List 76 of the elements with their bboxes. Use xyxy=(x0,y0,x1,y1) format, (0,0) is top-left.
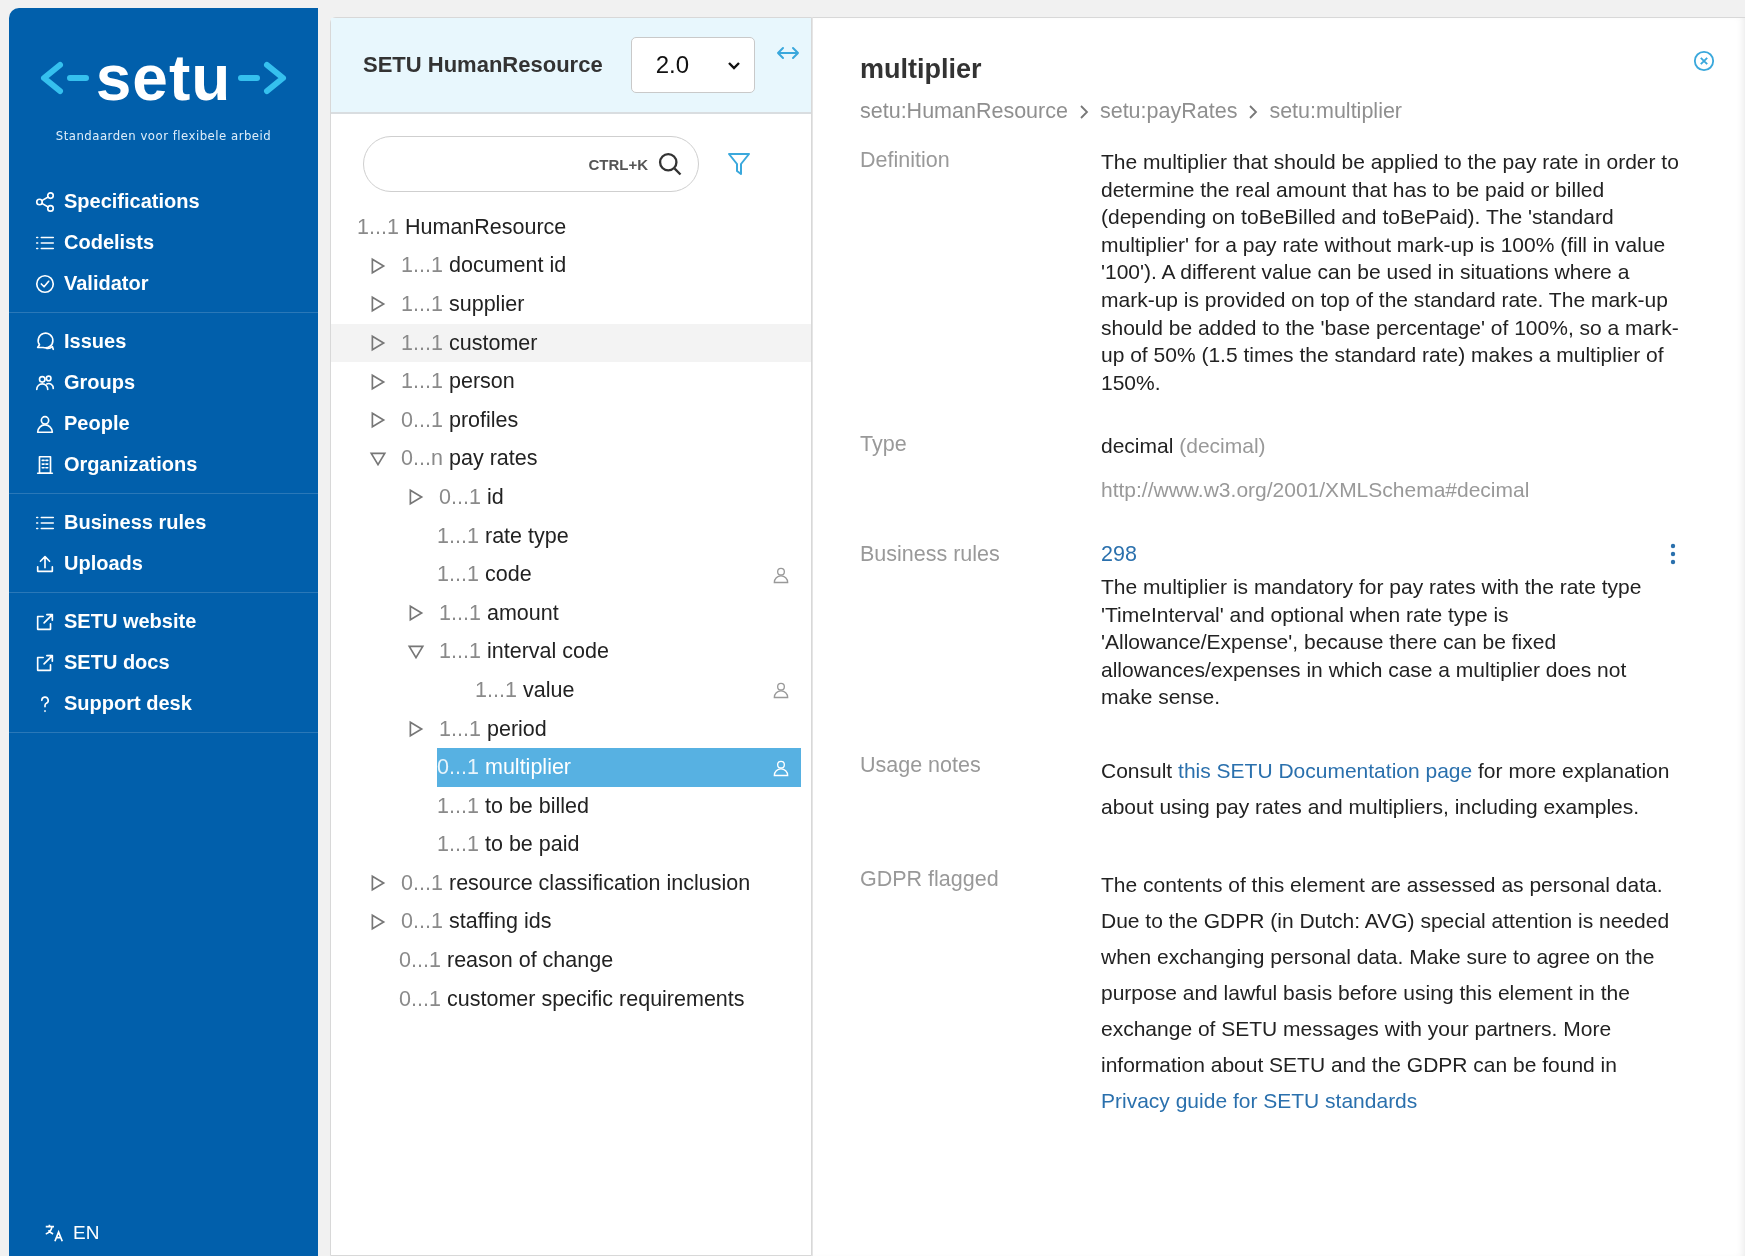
field-label: Type xyxy=(860,432,908,459)
chevron-icon xyxy=(1247,103,1260,120)
tree-item[interactable]: 0...1 id xyxy=(439,478,801,517)
tree-item[interactable]: 1...1 customer xyxy=(401,323,801,363)
triangle-icon[interactable] xyxy=(369,256,387,275)
triangle-icon[interactable] xyxy=(369,334,387,353)
tree-item[interactable]: 1...1 rate type xyxy=(437,516,801,556)
building-icon xyxy=(34,453,56,476)
triangle-icon[interactable] xyxy=(369,874,387,893)
language-switcher[interactable]: EN xyxy=(9,1216,318,1256)
nav-item[interactable]: People xyxy=(9,403,318,444)
nav-item[interactable]: Organizations xyxy=(9,444,318,485)
tree-item[interactable]: 0...1 profiles xyxy=(401,400,801,440)
tree-item[interactable]: 0...1 resource classification inclusion xyxy=(401,864,801,903)
resize-arrows-icon[interactable] xyxy=(775,44,801,62)
field-label: Business rules xyxy=(860,541,1001,568)
triangle-icon[interactable] xyxy=(369,411,387,430)
tree-item[interactable]: 1...1 interval code xyxy=(439,632,801,672)
type-value: decimal (decimal) xyxy=(1101,433,1267,460)
logo-tagline: Standaarden voor flexibele arbeid xyxy=(55,128,272,143)
nav-item[interactable]: Validator xyxy=(9,263,318,304)
documentation-link[interactable]: this SETU Documentation page xyxy=(1178,758,1473,782)
nav-item[interactable]: Business rules xyxy=(9,502,318,543)
search-icon xyxy=(656,150,684,178)
rule-number-link[interactable]: 298 xyxy=(1101,541,1137,567)
tree-item[interactable]: 0...1 customer specific requirements xyxy=(399,979,801,1019)
notes-paragraph: Consult this SETU Documentation page for more explanation about using pay rates and multipliers, including examples. xyxy=(1101,757,1671,820)
tree-item[interactable]: 1...1 HumanResource xyxy=(357,208,801,247)
left-arrow-icon xyxy=(39,61,90,95)
filter-icon[interactable] xyxy=(727,151,751,177)
version-select[interactable]: 2.0 xyxy=(630,37,755,93)
tree-item[interactable]: 1...1 supplier xyxy=(401,285,801,324)
check-badge-icon xyxy=(34,272,56,295)
logo-wordmark: setu xyxy=(95,46,232,110)
field-label: Definition xyxy=(860,148,951,174)
tree-item[interactable]: 1...1 document id xyxy=(401,246,801,286)
tree-item[interactable]: 1...1 period xyxy=(439,709,801,749)
close-icon[interactable] xyxy=(1693,50,1715,72)
triangle-icon[interactable] xyxy=(407,604,425,623)
nav-item[interactable]: SETU website xyxy=(9,601,318,642)
nav-item[interactable]: Specifications xyxy=(9,181,318,222)
tree-item[interactable]: 1...1 amount xyxy=(439,593,801,633)
detail-title: multiplier xyxy=(860,54,983,85)
tree-item[interactable]: 1...1 to be billed xyxy=(437,786,801,826)
field-label: Usage notes xyxy=(860,752,982,779)
tree-item[interactable]: 1...1 value xyxy=(475,671,801,710)
tree-item[interactable]: 1...1 to be paid xyxy=(437,825,801,865)
tree-item[interactable]: 1...1 person xyxy=(401,362,801,401)
tree-item[interactable]: 0...1 staffing ids xyxy=(401,902,801,942)
nav-item[interactable]: Uploads xyxy=(9,543,318,584)
field-label: GDPR flagged xyxy=(860,866,1000,893)
share-icon xyxy=(34,190,56,213)
rule-text: The multiplier is mandatory for pay rates with the rate type 'TimeInterval' and optional when rate type is 'Allowance/Expense', because there can be fixed allowances/expenses in which case a multiplier does not make sense. xyxy=(1101,573,1643,711)
nav-item[interactable]: Groups xyxy=(9,362,318,403)
tree-item[interactable]: 0...1 reason of change xyxy=(399,941,801,980)
translate-icon xyxy=(43,1222,65,1244)
triangle-icon[interactable] xyxy=(369,913,387,931)
nav-item[interactable]: Issues xyxy=(9,321,318,362)
nav-item[interactable]: Codelists xyxy=(9,222,318,263)
right-arrow-icon xyxy=(237,61,288,95)
nav-item[interactable]: Support desk xyxy=(9,683,318,724)
chat-icon xyxy=(34,330,56,353)
notes-paragraph: The contents of this element are assessed as personal data. Due to the GDPR (in Dutch: AVG) special attention is needed when exchanging personal data. Make sure to agree on the purpose and lawful basis before using this element in the exchange of SETU messages with your partners. More information about SETU and the GDPR can be found in Privacy guide for SETU standards xyxy=(1101,871,1671,1114)
type-url: http://www.w3.org/2001/XMLSchema#decimal xyxy=(1101,477,1531,502)
triangle-icon[interactable] xyxy=(407,720,425,738)
triangle-icon[interactable] xyxy=(369,295,387,314)
definition-text: The multiplier that should be applied to the pay rate in order to determine the real amount that has to be paid or billed (depending on toBeBilled and toBePaid). The 'standard multiplier' for a pay rate without mark-up is 100% (fill in value '100'). A different value can be used in situations where a mark-up is provided on top of the standard rate. The mark-up should be added to the 'base percentage' of 100%, so a mark-up of 50% (1.5 times the standard rate) makes a multiplier of 150%. xyxy=(1101,149,1680,396)
more-options-icon[interactable] xyxy=(1670,543,1676,566)
chevron-icon xyxy=(1077,103,1090,120)
documentation-link[interactable]: Privacy guide for SETU standards xyxy=(1101,1088,1418,1112)
tree-item[interactable]: 1...1 code xyxy=(437,555,801,594)
tree-item[interactable]: 0...n pay rates xyxy=(401,439,801,479)
triangle-icon[interactable] xyxy=(407,488,425,507)
panel-title: SETU HumanResource xyxy=(363,52,603,78)
triangle-icon[interactable] xyxy=(369,372,387,391)
nav-item[interactable]: SETU docs xyxy=(9,642,318,683)
